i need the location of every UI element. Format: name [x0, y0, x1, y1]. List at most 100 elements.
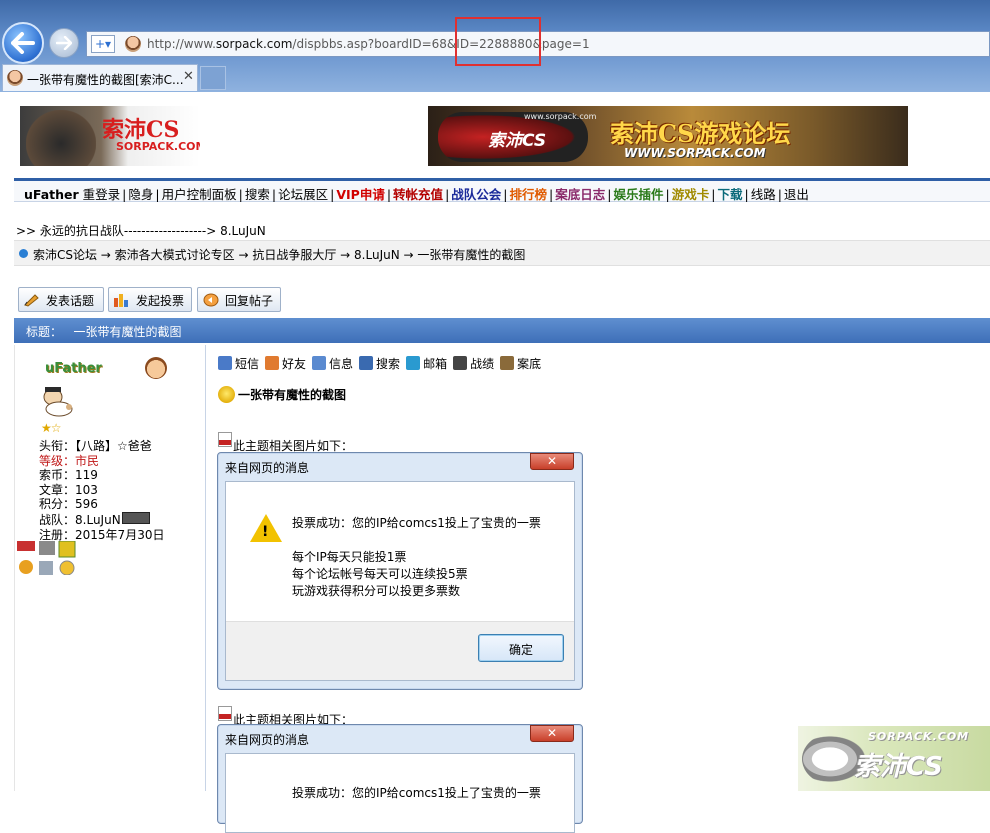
new-topic-button[interactable]: 发表话题	[18, 287, 104, 312]
image-file-icon	[218, 432, 232, 447]
menu-separator: |	[330, 187, 335, 202]
dialog-message-line: 每个IP每天只能投1票	[292, 550, 407, 564]
menu-item[interactable]: 娱乐插件	[613, 187, 663, 202]
menu-separator: |	[386, 187, 392, 202]
menu-item[interactable]: 论坛展区	[278, 187, 328, 202]
dialog-close-icon[interactable]: ✕	[530, 725, 574, 742]
compat-view-button[interactable]: +▾	[91, 35, 115, 53]
menu-separator: |	[711, 187, 716, 202]
site-logo-sub: SORPACK.COM	[116, 140, 200, 153]
post-tool-label: 战绩	[470, 357, 495, 371]
post-tool-3[interactable]: 搜索	[359, 355, 400, 372]
menu-item[interactable]: 搜索	[245, 187, 270, 202]
back-button[interactable]	[2, 22, 44, 64]
author-reg-row: 注册：2015年7月30日	[39, 527, 165, 542]
image-file-icon	[218, 706, 232, 721]
menu-item[interactable]: VIP申请	[336, 187, 385, 202]
soldier-graphic	[26, 110, 96, 166]
smile-icon	[218, 386, 235, 403]
menu-separator: |	[665, 187, 670, 202]
post-tool-icon	[265, 356, 280, 370]
post-tool-icon	[406, 356, 421, 370]
menu-item[interactable]: 重登录	[83, 187, 121, 202]
post-tool-icon	[453, 356, 468, 370]
author-title-row: 头衔：【八路】☆爸爸	[39, 439, 152, 453]
author-coins-row: 索币：119	[39, 468, 98, 483]
author-posts-row: 文章：103	[39, 482, 98, 497]
post-tool-label: 好友	[282, 357, 307, 371]
avatar[interactable]	[39, 385, 75, 417]
author-team-row: 战队：8.LuJuN	[39, 511, 164, 528]
menu-item[interactable]: 用户控制面板	[162, 187, 237, 202]
banner-logo-text: 索沛CS	[488, 131, 547, 151]
menu-item[interactable]: 战队公会	[451, 187, 501, 202]
menu-item[interactable]: 退出	[784, 187, 809, 202]
post-tool-label: 短信	[235, 357, 260, 371]
message-dialog: 来自网页的消息 ✕ ! 投票成功：您的IP给comcs1投上了宝贵的一票 每个I…	[217, 452, 583, 690]
post-tool-label: 案底	[517, 357, 542, 371]
site-favicon-icon	[125, 36, 141, 52]
tab-title: 一张带有魔性的截图[索沛C...	[27, 73, 184, 87]
dialog-title: 来自网页的消息	[225, 733, 310, 747]
reply-icon	[203, 293, 219, 307]
topic-title: 标题： 一张带有魔性的截图	[26, 325, 182, 339]
post-tool-5[interactable]: 战绩	[453, 355, 494, 372]
dialog-body: ! 投票成功：您的IP给comcs1投上了宝贵的一票 每个IP每天只能投1票 每…	[225, 481, 575, 681]
menu-item[interactable]: 转帐充值	[393, 187, 443, 202]
dialog-message-line: 玩游戏获得积分可以投更多票数	[292, 584, 461, 598]
reply-label: 回复帖子	[225, 294, 274, 308]
ok-button[interactable]: 确定	[478, 634, 564, 662]
author-panel: uFather ★☆ 头衔：【八路】☆爸爸 等级：市民 索币：119 文章：10…	[14, 345, 206, 791]
tab-close-icon[interactable]: ✕	[183, 69, 194, 84]
menu-item[interactable]: 隐身	[128, 187, 153, 202]
menu-separator: |	[271, 187, 277, 202]
watermark-url: SORPACK.COM	[868, 730, 970, 743]
highlight-annotation-box	[455, 17, 541, 66]
post-tool-6[interactable]: 案底	[500, 355, 541, 372]
new-poll-label: 发起投票	[136, 294, 185, 308]
post-tool-0[interactable]: 短信	[218, 355, 259, 372]
forward-button[interactable]	[49, 28, 79, 58]
menu-item[interactable]: 下载	[717, 187, 742, 202]
header-banner[interactable]: www.sorpack.com 索沛CS 索沛CS游戏论坛 WWW.SORPAC…	[428, 106, 908, 166]
post-tool-2[interactable]: 信息	[312, 355, 353, 372]
post-tool-icon	[359, 356, 374, 370]
warning-mark: !	[262, 524, 269, 540]
arrow-left-icon	[11, 32, 35, 54]
menu-separator: |	[549, 187, 554, 202]
reply-button[interactable]: 回复帖子	[197, 287, 281, 312]
new-topic-label: 发表话题	[46, 294, 95, 308]
site-logo[interactable]: 索沛CS SORPACK.COM	[20, 106, 200, 166]
author-points-row: 积分：596	[39, 497, 98, 512]
browser-chrome: +▾ http://www.sorpack.com/dispbbs.asp?bo…	[0, 0, 990, 92]
post-tool-label: 搜索	[376, 357, 401, 371]
menu-items: uFather 重登录 | 隐身 | 用户控制面板 | 搜索 | 论坛展区 | VIP申请 | 转帐充值…	[24, 184, 809, 203]
banner-title: 索沛CS游戏论坛	[610, 119, 791, 148]
pencil-icon	[24, 294, 39, 307]
post-tool-label: 信息	[329, 357, 354, 371]
dialog-message-line: 每个论坛帐号每天可以连续投5票	[292, 567, 468, 581]
menu-username[interactable]: uFather	[24, 187, 79, 202]
menu-separator: |	[238, 187, 243, 202]
post-toolbar: 短信 好友 信息 搜索 邮箱 战绩 案底	[218, 355, 547, 372]
menu-item[interactable]: 游戏卡	[672, 187, 710, 202]
post-tool-4[interactable]: 邮箱	[406, 355, 447, 372]
post-tool-1[interactable]: 好友	[265, 355, 306, 372]
menu-separator: |	[777, 187, 782, 202]
dialog-close-icon[interactable]: ✕	[530, 453, 574, 470]
new-tab-button[interactable]	[200, 66, 226, 90]
post-tool-label: 邮箱	[423, 357, 448, 371]
topic-title-bar: 标题： 一张带有魔性的截图	[14, 318, 990, 343]
new-poll-button[interactable]: 发起投票	[108, 287, 192, 312]
team-path[interactable]: >> 永远的抗日战队-------------------> 8.LuJuN	[16, 222, 266, 239]
watermark-logo: 索沛CS	[854, 752, 943, 782]
medals-icon	[17, 541, 76, 575]
menu-item[interactable]: 案底日志	[555, 187, 605, 202]
menu-item[interactable]: 线路	[751, 187, 776, 202]
author-name[interactable]: uFather	[45, 361, 102, 376]
browser-tab[interactable]: 一张带有魔性的截图[索沛C... ✕	[2, 64, 198, 91]
arrow-right-icon	[56, 36, 72, 50]
menu-item[interactable]: 排行榜	[510, 187, 548, 202]
breadcrumb-text[interactable]: 索沛CS论坛 → 索沛各大模式讨论专区 → 抗日战争服大厅 → 8.LuJuN …	[33, 246, 525, 263]
breadcrumb: 索沛CS论坛 → 索沛各大模式讨论专区 → 抗日战争服大厅 → 8.LuJuN …	[14, 240, 990, 266]
